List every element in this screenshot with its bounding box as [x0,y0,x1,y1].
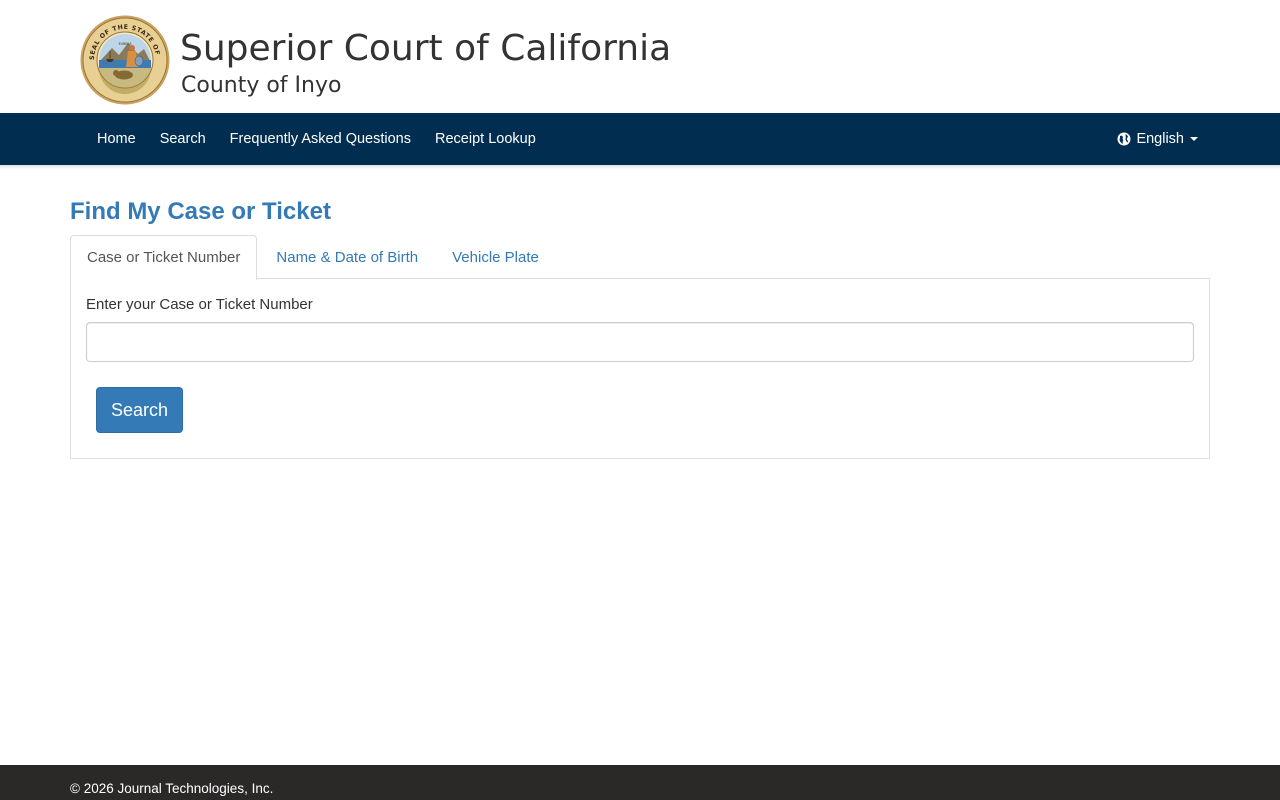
search-tabs: Case or Ticket Number Name & Date of Bir… [70,235,556,280]
copyright-text: © 2026 Journal Technologies, Inc. [70,781,274,796]
site-header: THE GREAT SEAL OF THE STATE OF CALIFORNI… [0,0,1280,113]
language-dropdown[interactable]: English [1117,113,1198,165]
case-number-input[interactable] [86,322,1194,362]
nav-links: Home Search Frequently Asked Questions R… [85,113,548,165]
seal-motto: EUREKA [119,42,133,46]
site-footer: © 2026 Journal Technologies, Inc. [0,765,1280,800]
case-number-label: Enter your Case or Ticket Number [86,296,313,313]
nav-search-link[interactable]: Search [148,113,218,165]
tab-vehicle-plate[interactable]: Vehicle Plate [435,235,556,279]
search-panel: Enter your Case or Ticket Number Search [70,278,1210,459]
language-label: English [1136,131,1184,147]
navbar-shadow [0,165,1280,169]
nav-faq-link[interactable]: Frequently Asked Questions [218,113,423,165]
county-name: County of Inyo [181,73,342,98]
tab-case-or-ticket-number[interactable]: Case or Ticket Number [70,235,258,280]
caret-down-icon [1190,137,1198,141]
globe-icon [1117,132,1131,146]
california-state-seal-icon: THE GREAT SEAL OF THE STATE OF CALIFORNI… [80,15,170,105]
page-title: Find My Case or Ticket [70,198,331,225]
nav-receipt-lookup-link[interactable]: Receipt Lookup [423,113,548,165]
court-name: Superior Court of California [180,28,672,69]
nav-home-link[interactable]: Home [85,113,148,165]
tab-name-and-date-of-birth[interactable]: Name & Date of Birth [259,235,435,279]
main-navbar: Home Search Frequently Asked Questions R… [0,113,1280,165]
search-button[interactable]: Search [96,387,183,433]
